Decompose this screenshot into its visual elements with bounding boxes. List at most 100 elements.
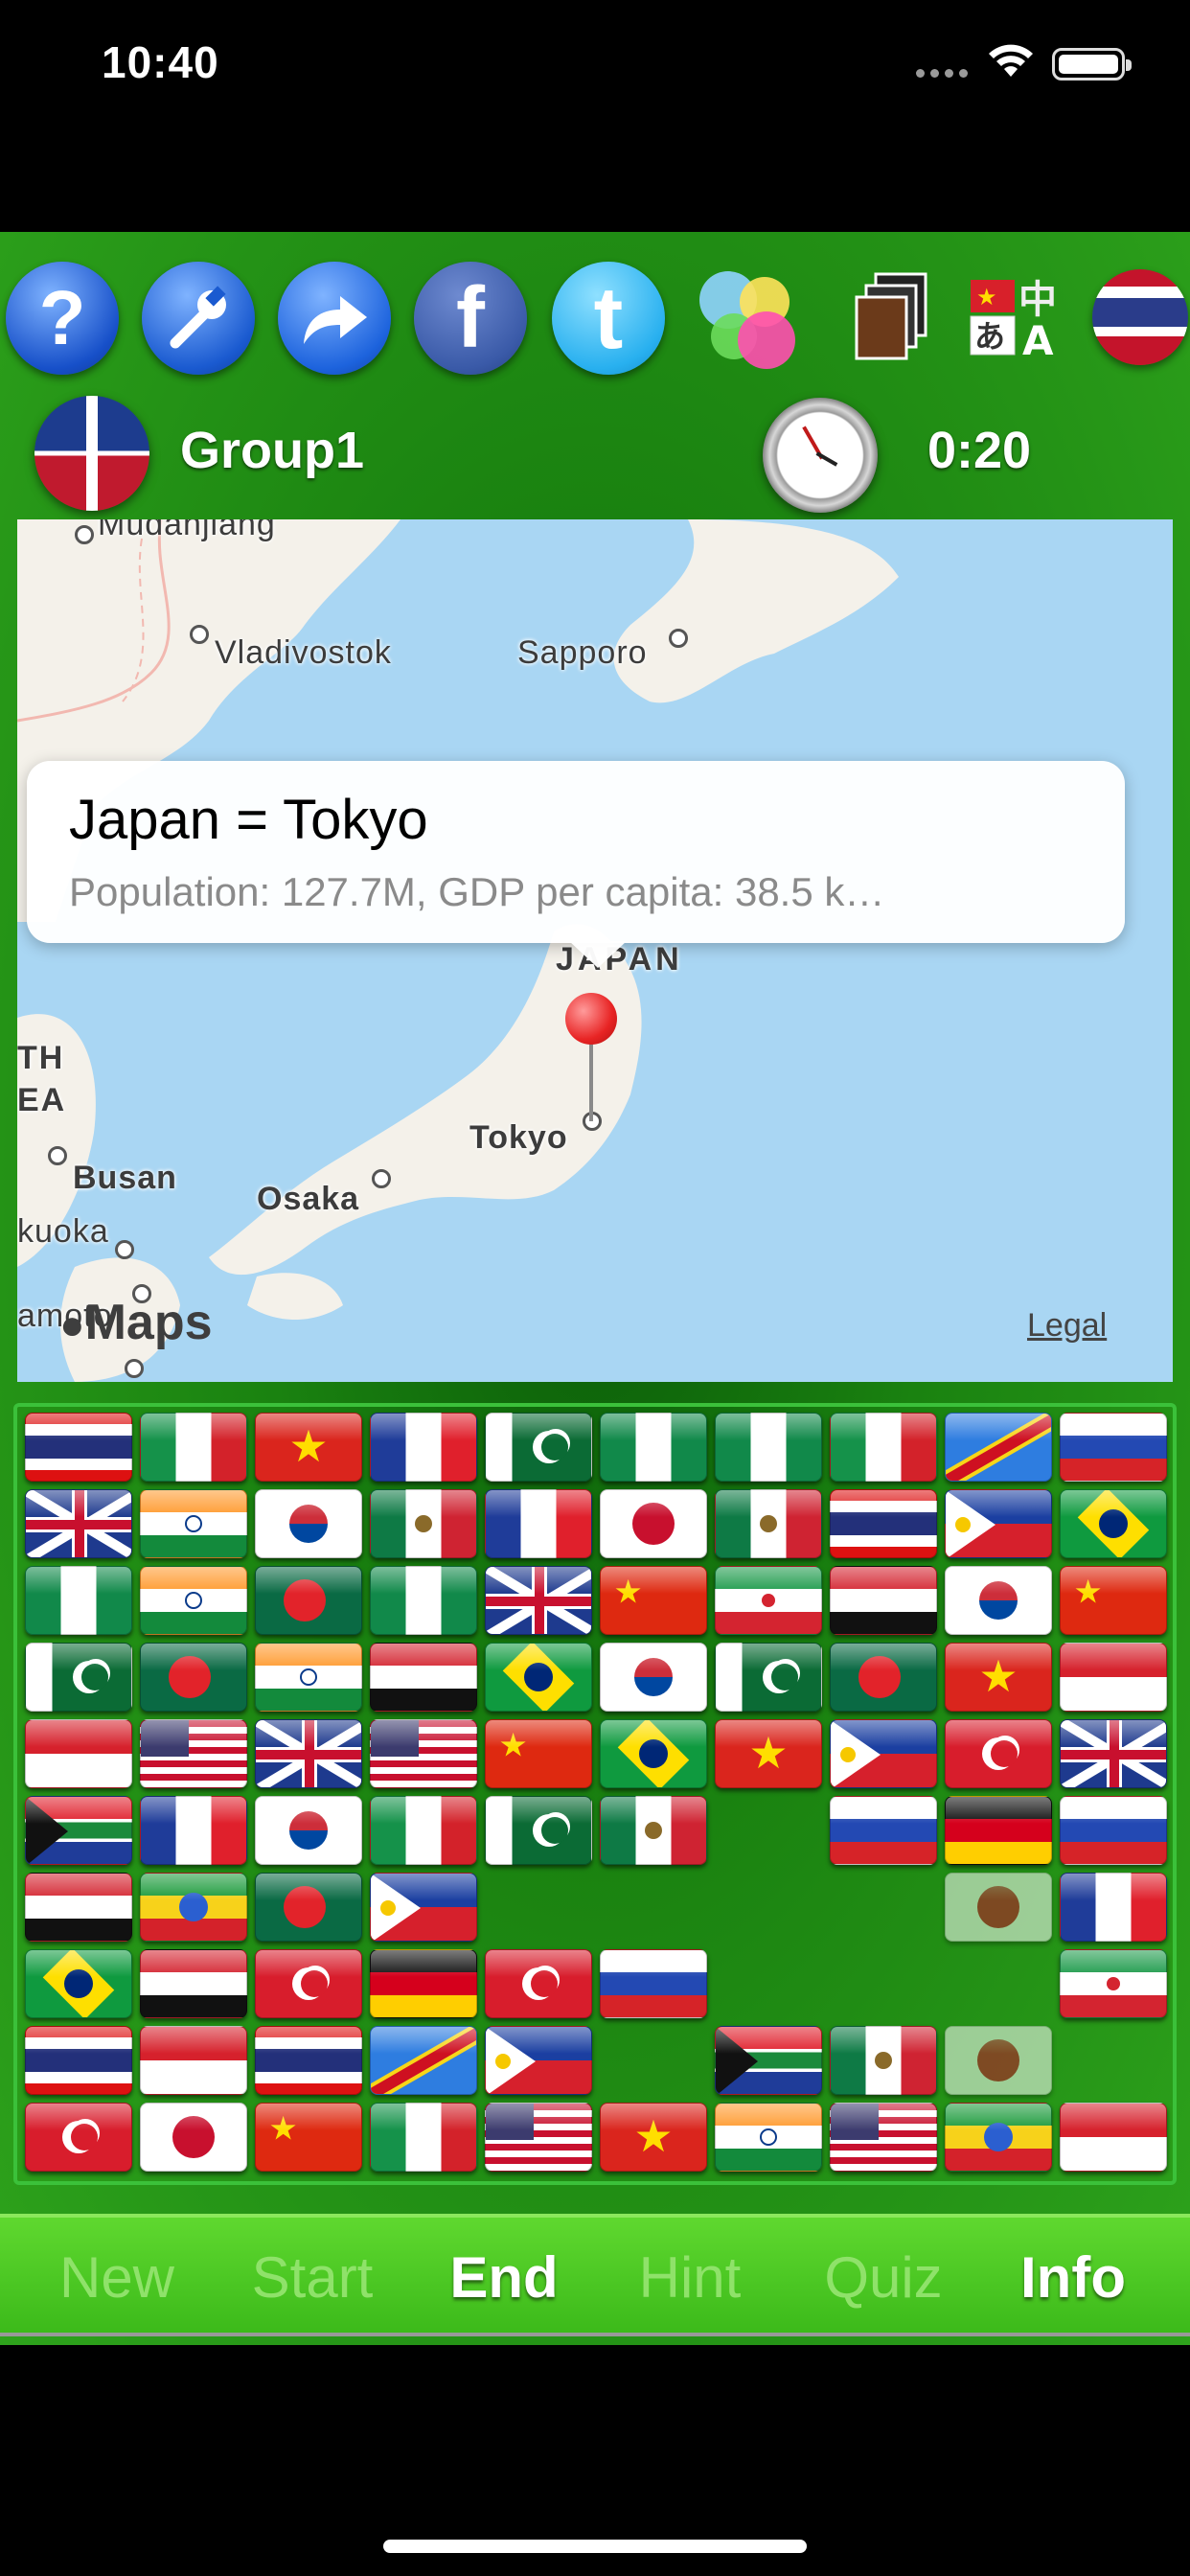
flag-tile-japan[interactable]: [140, 2103, 247, 2172]
flag-globe-icon[interactable]: [1092, 269, 1188, 365]
help-icon[interactable]: ?: [6, 262, 119, 375]
flag-tile-usa[interactable]: [830, 2103, 937, 2172]
flag-tile-iran[interactable]: [715, 1566, 822, 1635]
language-icon[interactable]: ★ あ 中 A: [958, 262, 1071, 375]
flag-tile-russia[interactable]: [1060, 1413, 1167, 1482]
start-button[interactable]: Start: [226, 2244, 399, 2311]
flag-tile-south-africa[interactable]: [715, 2026, 822, 2095]
flag-tile-philippines[interactable]: [945, 1489, 1052, 1558]
flag-tile-japan-dim[interactable]: [945, 2026, 1052, 2095]
flag-tile-indonesia[interactable]: [1060, 1643, 1167, 1712]
flag-tile-brazil[interactable]: [485, 1643, 592, 1712]
flag-tile-germany[interactable]: [945, 1796, 1052, 1865]
share-icon[interactable]: [278, 262, 391, 375]
flag-tile-brazil[interactable]: [25, 1949, 132, 2018]
map-view[interactable]: Mudanjiang Vladivostok Sapporo JAPAN TH …: [17, 519, 1173, 1382]
flag-tile-south-korea[interactable]: [945, 1566, 1052, 1635]
flag-tile-iran[interactable]: [1060, 1949, 1167, 2018]
flag-tile-pakistan[interactable]: [25, 1643, 132, 1712]
flag-tile-indonesia[interactable]: [140, 2026, 247, 2095]
quiz-button[interactable]: Quiz: [797, 2244, 970, 2311]
flag-tile-south-korea[interactable]: [255, 1796, 362, 1865]
flag-tile-china[interactable]: ★: [1060, 1566, 1167, 1635]
cards-icon[interactable]: [835, 262, 949, 375]
flag-tile-thailand[interactable]: [25, 1413, 132, 1482]
flag-tile-thailand[interactable]: [830, 1489, 937, 1558]
flag-tile-congo[interactable]: [370, 2026, 477, 2095]
flag-tile-italy[interactable]: [140, 1413, 247, 1482]
flag-tile-mexico[interactable]: [830, 2026, 937, 2095]
flag-tile-philippines[interactable]: [830, 1719, 937, 1788]
flag-tile-france[interactable]: [1060, 1873, 1167, 1942]
group-flag-icon[interactable]: [34, 396, 149, 511]
flag-tile-china[interactable]: ★: [485, 1719, 592, 1788]
flag-tile-uk[interactable]: [255, 1719, 362, 1788]
flag-tile-turkey[interactable]: [25, 2103, 132, 2172]
flag-tile-brazil[interactable]: [600, 1719, 707, 1788]
flag-tile-philippines[interactable]: [485, 2026, 592, 2095]
flag-tile-egypt[interactable]: [25, 1873, 132, 1942]
flag-tile-india[interactable]: [140, 1566, 247, 1635]
flag-tile-bangladesh[interactable]: [255, 1566, 362, 1635]
new-button[interactable]: New: [31, 2244, 203, 2311]
flag-tile-congo[interactable]: [945, 1413, 1052, 1482]
flag-tile-ethiopia[interactable]: [140, 1873, 247, 1942]
flag-tile-japan-dim[interactable]: [945, 1873, 1052, 1942]
flag-tile-usa[interactable]: [485, 2103, 592, 2172]
flag-tile-bangladesh[interactable]: [140, 1643, 247, 1712]
flag-tile-vietnam[interactable]: ★: [255, 1413, 362, 1482]
flag-tile-uk[interactable]: [25, 1489, 132, 1558]
flag-tile-mexico[interactable]: [370, 1489, 477, 1558]
flag-tile-russia[interactable]: [600, 1949, 707, 2018]
end-button[interactable]: End: [418, 2244, 590, 2311]
map-callout[interactable]: Japan = Tokyo Population: 127.7M, GDP pe…: [27, 761, 1125, 968]
flag-tile-turkey[interactable]: [485, 1949, 592, 2018]
flag-tile-mexico[interactable]: [600, 1796, 707, 1865]
flag-tile-ethiopia[interactable]: [945, 2103, 1052, 2172]
flag-tile-nigeria[interactable]: [370, 1566, 477, 1635]
flag-tile-vietnam[interactable]: ★: [945, 1643, 1052, 1712]
legal-link[interactable]: Legal: [1027, 1307, 1107, 1345]
flag-tile-china[interactable]: ★: [255, 2103, 362, 2172]
flag-tile-france[interactable]: [140, 1796, 247, 1865]
flag-tile-india[interactable]: [715, 2103, 822, 2172]
flag-tile-bangladesh[interactable]: [830, 1643, 937, 1712]
home-indicator[interactable]: [383, 2540, 807, 2553]
flag-tile-philippines[interactable]: [370, 1873, 477, 1942]
flag-tile-thailand[interactable]: [255, 2026, 362, 2095]
flag-tile-usa[interactable]: [140, 1719, 247, 1788]
flag-tile-italy[interactable]: [370, 1796, 477, 1865]
flag-tile-turkey[interactable]: [945, 1719, 1052, 1788]
flag-tile-pakistan[interactable]: [485, 1796, 592, 1865]
flag-tile-thailand[interactable]: [25, 2026, 132, 2095]
flag-tile-pakistan[interactable]: [485, 1413, 592, 1482]
flag-tile-turkey[interactable]: [255, 1949, 362, 2018]
flag-tile-italy[interactable]: [370, 2103, 477, 2172]
flag-tile-nigeria[interactable]: [715, 1413, 822, 1482]
flag-tile-italy[interactable]: [830, 1413, 937, 1482]
flag-tile-nigeria[interactable]: [25, 1566, 132, 1635]
flag-tile-egypt[interactable]: [830, 1566, 937, 1635]
flag-tile-indonesia[interactable]: [25, 1719, 132, 1788]
flag-tile-japan[interactable]: [600, 1489, 707, 1558]
flag-tile-india[interactable]: [140, 1489, 247, 1558]
facebook-icon[interactable]: f: [414, 262, 527, 375]
game-center-icon[interactable]: [690, 262, 803, 375]
flag-tile-egypt[interactable]: [140, 1949, 247, 2018]
flag-tile-france[interactable]: [370, 1413, 477, 1482]
settings-wrench-icon[interactable]: [142, 262, 255, 375]
flag-tile-south-korea[interactable]: [600, 1643, 707, 1712]
flag-tile-nigeria[interactable]: [600, 1413, 707, 1482]
map-pin-icon[interactable]: [565, 993, 617, 1045]
flag-tile-south-africa[interactable]: [25, 1796, 132, 1865]
hint-button[interactable]: Hint: [604, 2244, 776, 2311]
flag-tile-indonesia[interactable]: [1060, 2103, 1167, 2172]
flag-tile-mexico[interactable]: [715, 1489, 822, 1558]
flag-tile-usa[interactable]: [370, 1719, 477, 1788]
flag-tile-vietnam[interactable]: ★: [715, 1719, 822, 1788]
flag-tile-china[interactable]: ★: [600, 1566, 707, 1635]
flag-tile-uk[interactable]: [485, 1566, 592, 1635]
flag-tile-russia[interactable]: [1060, 1796, 1167, 1865]
twitter-icon[interactable]: t: [552, 262, 665, 375]
info-button[interactable]: Info: [987, 2244, 1159, 2311]
